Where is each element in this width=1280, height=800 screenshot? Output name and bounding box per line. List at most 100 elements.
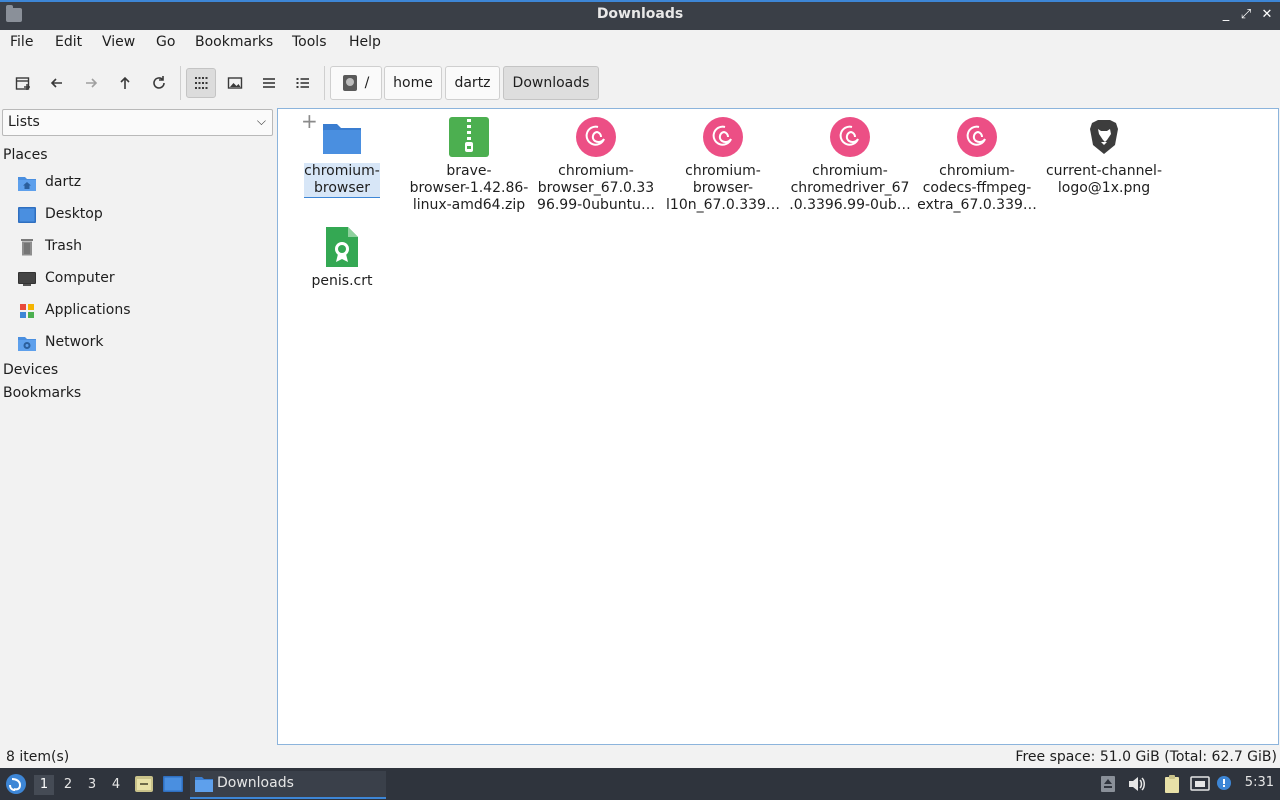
file-name: chromium-browser [304, 163, 380, 198]
menu-go[interactable]: Go [156, 34, 175, 50]
network-wired-icon[interactable] [1190, 774, 1210, 794]
side-pane-mode-value: Lists [8, 114, 40, 130]
applications-icon [20, 304, 34, 318]
file-view[interactable]: + chromium-browser brave-browser-1.42.86… [277, 108, 1279, 745]
drive-icon [342, 75, 357, 91]
window-title: Downloads [596, 6, 684, 22]
menu-view[interactable]: View [102, 34, 135, 50]
eject-icon[interactable] [1098, 774, 1118, 794]
file-item[interactable]: chromium-browser_67.0.33 96.99-0ubuntu… [534, 109, 658, 219]
menu-file[interactable]: File [10, 34, 33, 50]
path-root-button[interactable]: / [330, 66, 382, 100]
file-item[interactable]: current-channel-logo@1x.png [1042, 109, 1166, 205]
file-item[interactable]: chromium-browser-l10n_67.0.339… [661, 109, 785, 219]
sidebar-item-label: Computer [45, 270, 115, 286]
volume-icon[interactable] [1126, 774, 1146, 794]
new-tab-icon [15, 77, 30, 90]
folder-icon [195, 777, 213, 792]
toolbar: / home dartz Downloads [0, 58, 1280, 106]
detailed-list-view-icon [296, 78, 309, 88]
menu-edit[interactable]: Edit [55, 34, 82, 50]
devices-header[interactable]: Devices [3, 362, 58, 378]
start-menu-icon[interactable] [5, 773, 27, 795]
free-space: Free space: 51.0 GiB (Total: 62.7 GiB) [1015, 749, 1277, 765]
file-name: chromium-browser-l10n_67.0.339… [666, 163, 780, 213]
forward-button[interactable] [76, 68, 106, 98]
file-item[interactable]: penis.crt [280, 219, 404, 299]
menu-help[interactable]: Help [349, 34, 381, 50]
toolbar-separator [180, 66, 181, 100]
title-bar: Downloads _ ⤢ ✕ [0, 0, 1280, 30]
sidebar-item-label: Network [45, 334, 104, 350]
taskbar: 1 2 3 4 Downloads 5:31 [0, 768, 1280, 800]
folder-icon [323, 124, 361, 154]
sidebar-item-trash[interactable]: Trash [0, 232, 274, 262]
clipboard-icon[interactable] [1162, 774, 1182, 794]
bookmarks-header[interactable]: Bookmarks [3, 385, 81, 401]
close-button[interactable]: ✕ [1257, 5, 1277, 25]
file-item[interactable]: chromium-codecs-ffmpeg-extra_67.0.339… [915, 109, 1039, 219]
path-crumb-home[interactable]: home [384, 66, 442, 100]
show-desktop-icon[interactable] [162, 774, 184, 794]
task-label: Downloads [217, 775, 294, 791]
new-tab-button[interactable] [8, 68, 38, 98]
network-folder-icon [18, 337, 36, 351]
home-folder-icon [18, 177, 36, 191]
compact-view-button[interactable] [254, 68, 284, 98]
sidebar-item-dartz[interactable]: dartz [0, 168, 274, 198]
file-name: penis.crt [311, 273, 373, 289]
thumbnail-view-button[interactable] [220, 68, 250, 98]
back-button[interactable] [42, 68, 72, 98]
sidebar-item-computer[interactable]: Computer [0, 264, 274, 294]
file-name: chromium-codecs-ffmpeg-extra_67.0.339… [917, 163, 1037, 213]
menu-tools[interactable]: Tools [292, 34, 327, 50]
up-button[interactable] [110, 68, 140, 98]
sidebar-item-network[interactable]: Network [0, 328, 274, 358]
workspace-2[interactable]: 2 [58, 775, 78, 795]
workspace-3[interactable]: 3 [82, 775, 102, 795]
icon-view-button[interactable] [186, 68, 216, 98]
item-count: 8 item(s) [6, 749, 70, 765]
clock: 5:31 [1244, 775, 1274, 790]
file-name: chromium-chromedriver_67.0.3396.99-0ub… [789, 163, 911, 213]
sidebar-item-label: Applications [45, 302, 131, 318]
compact-view-icon [263, 78, 275, 88]
detailed-list-view-button[interactable] [288, 68, 318, 98]
path-crumb-dartz[interactable]: dartz [445, 66, 500, 100]
file-item[interactable]: chromium-chromedriver_67.0.3396.99-0ub… [788, 109, 912, 219]
status-bar: 8 item(s) Free space: 51.0 GiB (Total: 6… [0, 746, 1280, 768]
up-arrow-icon [120, 76, 130, 89]
brave-lion-logo-icon [1090, 120, 1118, 154]
workspace-1[interactable]: 1 [34, 775, 54, 795]
desktop-icon [18, 207, 36, 223]
certificate-icon [326, 227, 358, 267]
zip-archive-icon [449, 117, 489, 157]
notification-icon[interactable] [1214, 774, 1234, 794]
path-crumb-downloads[interactable]: Downloads [503, 66, 599, 100]
file-manager-launcher-icon[interactable] [134, 774, 154, 794]
sidebar-item-desktop[interactable]: Desktop [0, 200, 274, 230]
menu-bookmarks[interactable]: Bookmarks [195, 34, 273, 50]
workspace-4[interactable]: 4 [106, 775, 126, 795]
sidebar-item-label: Desktop [45, 206, 103, 222]
reload-button[interactable] [144, 68, 174, 98]
file-name: chromium-browser_67.0.33 96.99-0ubuntu… [537, 163, 655, 213]
places-header[interactable]: Places [3, 147, 48, 163]
debian-package-icon [957, 117, 997, 157]
thumbnail-view-icon [227, 77, 243, 89]
computer-icon [18, 272, 36, 286]
file-item[interactable]: brave-browser-1.42.86- linux-amd64.zip [407, 109, 531, 219]
chevron-down-icon: ⌵ [256, 114, 266, 128]
file-name: brave-browser-1.42.86- linux-amd64.zip [409, 163, 529, 213]
debian-package-icon [703, 117, 743, 157]
file-item[interactable]: chromium-browser [280, 109, 404, 205]
sidebar-item-label: dartz [45, 174, 82, 190]
reload-icon [153, 76, 165, 89]
minimize-button[interactable]: _ [1216, 5, 1236, 25]
toolbar-separator [324, 66, 325, 100]
debian-package-icon [830, 117, 870, 157]
side-pane-mode-select[interactable]: Lists ⌵ [2, 109, 273, 136]
back-arrow-icon [50, 78, 62, 88]
maximize-button[interactable]: ⤢ [1236, 5, 1256, 25]
sidebar-item-applications[interactable]: Applications [0, 296, 274, 326]
